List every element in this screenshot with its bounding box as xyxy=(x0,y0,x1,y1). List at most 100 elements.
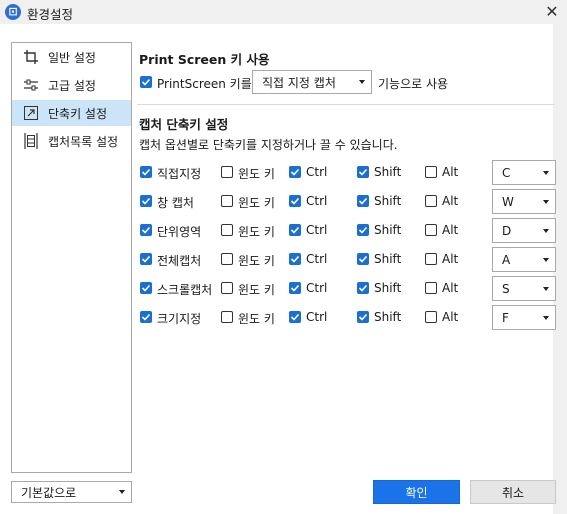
shortcut-win-checkbox[interactable] xyxy=(221,224,233,236)
shortcut-key-value: A xyxy=(502,252,511,267)
sidebar-item-label: 고급 설정 xyxy=(48,78,96,93)
shortcut-alt-label: Alt xyxy=(442,281,459,295)
printscreen-section-title: Print Screen 키 사용 xyxy=(139,52,270,67)
shortcut-win-label: 윈도 키 xyxy=(238,283,275,297)
printscreen-checkbox-label: PrintScreen 키를 xyxy=(157,77,252,91)
shortcut-key-select[interactable]: C xyxy=(492,160,556,185)
shortcut-key-select[interactable]: W xyxy=(492,189,556,214)
shortcut-shift-label: Shift xyxy=(374,194,402,208)
chevron-down-icon xyxy=(543,315,549,320)
chevron-down-icon xyxy=(119,490,125,494)
shortcut-key-select[interactable]: A xyxy=(492,247,556,272)
chevron-down-icon xyxy=(543,286,549,291)
shortcut-win-label: 윈도 키 xyxy=(238,225,275,239)
chevron-down-icon xyxy=(543,170,549,175)
shortcut-key-value: D xyxy=(502,223,512,238)
ok-button[interactable]: 확인 xyxy=(373,480,460,504)
printscreen-checkbox[interactable] xyxy=(140,76,152,88)
shortcut-alt-checkbox[interactable] xyxy=(425,224,437,236)
sidebar-item-general[interactable]: 일반 설정 xyxy=(12,44,131,70)
chevron-down-icon xyxy=(543,257,549,262)
defaults-select[interactable]: 기본값으로 xyxy=(11,481,132,503)
chevron-down-icon xyxy=(543,199,549,204)
shortcut-ctrl-checkbox[interactable] xyxy=(289,253,301,265)
sliders-icon xyxy=(23,77,39,93)
shortcut-key-select[interactable]: D xyxy=(492,218,556,243)
shortcut-alt-label: Alt xyxy=(442,310,459,324)
close-button[interactable]: ✕ xyxy=(542,2,562,22)
shortcut-enable-checkbox[interactable] xyxy=(140,166,152,178)
shortcut-win-checkbox[interactable] xyxy=(221,195,233,207)
title-bar: ⊡ 환경설정 ✕ xyxy=(0,0,567,24)
shortcut-ctrl-checkbox[interactable] xyxy=(289,224,301,236)
shortcut-key-value: C xyxy=(502,165,511,180)
shortcut-ctrl-checkbox[interactable] xyxy=(289,195,301,207)
sidebar-item-label: 캡처목록 설정 xyxy=(48,134,119,149)
shortcut-enable-checkbox[interactable] xyxy=(140,253,152,265)
shortcut-alt-checkbox[interactable] xyxy=(425,282,437,294)
shortcut-alt-checkbox[interactable] xyxy=(425,311,437,323)
window-title: 환경설정 xyxy=(27,7,74,22)
chevron-down-icon xyxy=(359,80,365,84)
shortcut-ctrl-checkbox[interactable] xyxy=(289,311,301,323)
shortcut-shift-checkbox[interactable] xyxy=(357,311,369,323)
shortcut-shift-label: Shift xyxy=(374,310,402,324)
defaults-select-value: 기본값으로 xyxy=(21,485,77,500)
printscreen-action-value: 직접 지정 캡처 xyxy=(262,75,336,90)
shortcut-row-label: 스크롤캡처 xyxy=(157,283,213,297)
shortcut-ctrl-label: Ctrl xyxy=(306,223,328,237)
shortcut-shift-checkbox[interactable] xyxy=(357,195,369,207)
shortcut-enable-checkbox[interactable] xyxy=(140,224,152,236)
shortcut-ctrl-label: Ctrl xyxy=(306,194,328,208)
capture-list-icon xyxy=(23,133,39,149)
printscreen-suffix-label: 기능으로 사용 xyxy=(378,77,449,91)
shortcut-ctrl-label: Ctrl xyxy=(306,252,328,266)
cancel-button[interactable]: 취소 xyxy=(470,480,556,504)
shortcut-row-label: 직접지정 xyxy=(157,167,202,181)
crop-icon xyxy=(23,49,39,65)
shortcut-shift-label: Shift xyxy=(374,281,402,295)
shortcut-enable-checkbox[interactable] xyxy=(140,282,152,294)
shortcut-row-label: 크기지정 xyxy=(157,312,202,326)
shortcut-row-label: 단위영역 xyxy=(157,225,202,239)
shortcut-alt-label: Alt xyxy=(442,252,459,266)
shortcut-win-checkbox[interactable] xyxy=(221,311,233,323)
sidebar-item-label: 단축키 설정 xyxy=(48,106,108,121)
section-divider xyxy=(137,104,555,105)
shortcut-ctrl-label: Ctrl xyxy=(306,281,328,295)
shortcut-win-checkbox[interactable] xyxy=(221,282,233,294)
shortcut-ctrl-label: Ctrl xyxy=(306,165,328,179)
shortcut-shift-label: Shift xyxy=(374,165,402,179)
shortcut-key-value: W xyxy=(502,194,514,209)
shortcut-shift-label: Shift xyxy=(374,223,402,237)
sidebar-item-shortcuts[interactable]: 단축키 설정 xyxy=(12,100,131,126)
shortcut-key-value: S xyxy=(502,281,510,296)
shortcut-key-select[interactable]: S xyxy=(492,276,556,301)
shortcut-alt-label: Alt xyxy=(442,223,459,237)
shortcut-shift-checkbox[interactable] xyxy=(357,224,369,236)
shortcut-win-checkbox[interactable] xyxy=(221,166,233,178)
printscreen-action-select[interactable]: 직접 지정 캡처 xyxy=(252,70,372,94)
shortcut-key-value: F xyxy=(502,310,509,325)
shortcut-win-checkbox[interactable] xyxy=(221,253,233,265)
shortcut-alt-label: Alt xyxy=(442,194,459,208)
sidebar-item-advanced[interactable]: 고급 설정 xyxy=(12,72,131,98)
shortcut-alt-label: Alt xyxy=(442,165,459,179)
shortcut-enable-checkbox[interactable] xyxy=(140,195,152,207)
shortcut-alt-checkbox[interactable] xyxy=(425,195,437,207)
shortcut-shift-checkbox[interactable] xyxy=(357,282,369,294)
settings-sidebar: 일반 설정 고급 설정 단축키 설정 캡처목록 설정 xyxy=(11,42,132,473)
shortcut-row-label: 창 캡처 xyxy=(157,196,194,210)
shortcut-win-label: 윈도 키 xyxy=(238,312,275,326)
shortcut-enable-checkbox[interactable] xyxy=(140,311,152,323)
sidebar-item-label: 일반 설정 xyxy=(48,50,96,65)
shortcut-alt-checkbox[interactable] xyxy=(425,166,437,178)
shortcut-alt-checkbox[interactable] xyxy=(425,253,437,265)
sidebar-item-capture-list[interactable]: 캡처목록 설정 xyxy=(12,128,131,154)
shortcut-shift-checkbox[interactable] xyxy=(357,253,369,265)
shortcut-description: 캡처 옵션별로 단축키를 지정하거나 끌 수 있습니다. xyxy=(139,138,398,152)
shortcut-ctrl-checkbox[interactable] xyxy=(289,166,301,178)
shortcut-key-select[interactable]: F xyxy=(492,305,556,330)
shortcut-shift-checkbox[interactable] xyxy=(357,166,369,178)
shortcut-ctrl-checkbox[interactable] xyxy=(289,282,301,294)
